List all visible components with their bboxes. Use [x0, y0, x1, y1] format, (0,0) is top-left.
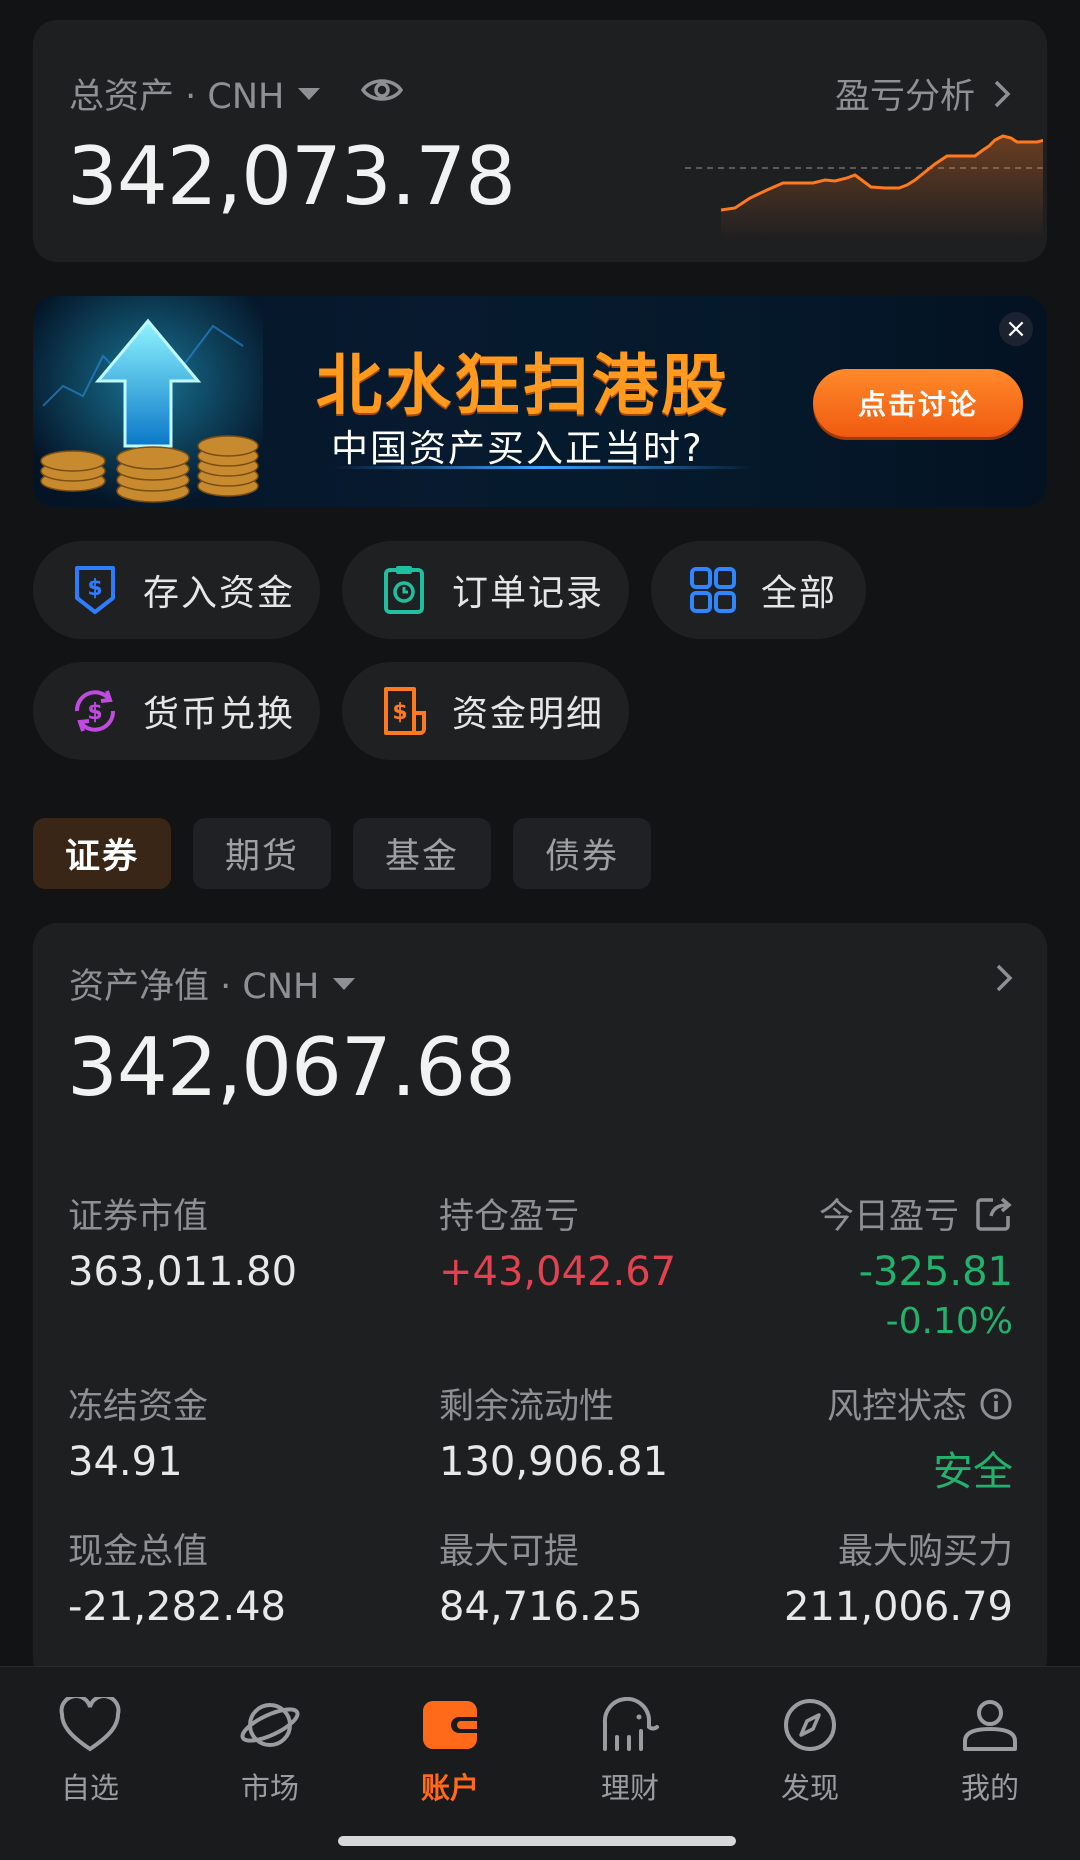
- securities-value-label: 证券市值: [68, 1197, 209, 1237]
- elephant-icon: [602, 1696, 659, 1751]
- nav-watchlist[interactable]: 自选: [0, 1694, 180, 1807]
- tab-funds[interactable]: 基金: [353, 818, 491, 889]
- banner-discuss-button[interactable]: 点击讨论: [813, 369, 1023, 437]
- tab-futures[interactable]: 期货: [193, 818, 331, 889]
- order-records-button[interactable]: 订单记录: [342, 541, 629, 639]
- nav-profile-label: 我的: [960, 1771, 1019, 1805]
- caret-down-icon: [298, 87, 321, 100]
- net-assets-card[interactable]: 资产净值 · CNH 342,067.68 证券市值 363,011.80 持仓…: [33, 923, 1047, 1683]
- share-icon[interactable]: [975, 1196, 1013, 1232]
- grid-icon: [690, 567, 736, 613]
- net-assets-value: 342,067.68: [67, 1021, 516, 1114]
- nav-account[interactable]: 账户: [360, 1697, 540, 1807]
- home-indicator[interactable]: [338, 1836, 736, 1846]
- today-pnl-percent: -0.10%: [885, 1301, 1013, 1342]
- remaining-liquidity-label: 剩余流动性: [439, 1387, 615, 1427]
- caret-down-icon: [333, 977, 356, 990]
- net-assets-label: 资产净值 · CNH: [69, 967, 320, 1007]
- risk-status-value: 安全: [933, 1449, 1013, 1495]
- remaining-liquidity-metric: 剩余流动性 130,906.81: [439, 1378, 668, 1485]
- position-pnl-value: +43,042.67: [439, 1249, 677, 1295]
- close-icon: ×: [1005, 314, 1027, 344]
- currency-exchange-button[interactable]: $ 货币兑换: [33, 662, 320, 760]
- nav-market-label: 市场: [240, 1771, 299, 1805]
- max-withdrawable-value: 84,716.25: [439, 1584, 643, 1630]
- max-withdrawable-metric: 最大可提 84,716.25: [439, 1523, 643, 1630]
- eye-icon[interactable]: [361, 75, 403, 105]
- tab-bonds[interactable]: 债券: [513, 818, 651, 889]
- deposit-icon: $: [75, 566, 115, 614]
- today-pnl-value: -325.81: [858, 1249, 1013, 1295]
- all-functions-button[interactable]: 全部: [651, 541, 866, 639]
- heart-icon: [59, 1694, 121, 1752]
- banner-divider: [333, 466, 753, 469]
- currency-selector[interactable]: 总资产 · CNH: [69, 68, 321, 119]
- max-withdrawable-label: 最大可提: [439, 1532, 580, 1572]
- net-assets-currency-selector[interactable]: 资产净值 · CNH: [69, 958, 356, 1009]
- position-pnl-metric: 持仓盈亏 +43,042.67: [439, 1188, 676, 1295]
- nav-wealth[interactable]: 理财: [540, 1696, 720, 1807]
- nav-profile[interactable]: 我的: [900, 1697, 1080, 1807]
- fund-details-button[interactable]: $ 资金明细: [342, 662, 629, 760]
- cash-total-metric: 现金总值 -21,282.48: [68, 1523, 286, 1630]
- all-functions-label: 全部: [761, 573, 838, 614]
- deposit-funds-label: 存入资金: [143, 573, 296, 614]
- remaining-liquidity-value: 130,906.81: [439, 1439, 669, 1485]
- fund-details-label: 资金明细: [452, 694, 605, 735]
- nav-wealth-label: 理财: [600, 1771, 659, 1805]
- info-icon[interactable]: [979, 1387, 1013, 1421]
- total-assets-value: 342,073.78: [67, 130, 516, 223]
- wallet-icon: [423, 1701, 477, 1749]
- clipboard-icon: [384, 566, 424, 614]
- svg-text:$: $: [392, 700, 407, 725]
- nav-watchlist-label: 自选: [60, 1771, 119, 1805]
- nav-discover[interactable]: 发现: [720, 1697, 900, 1807]
- nav-discover-label: 发现: [780, 1771, 839, 1805]
- banner-subtitle: 中国资产买入正当时?: [331, 427, 704, 470]
- nav-market[interactable]: 市场: [180, 1697, 360, 1807]
- frozen-funds-metric: 冻结资金 34.91: [68, 1378, 208, 1485]
- rising-arrow-coins-illustration: [33, 296, 263, 507]
- svg-text:$: $: [87, 576, 102, 601]
- position-pnl-label: 持仓盈亏: [439, 1197, 580, 1237]
- banner-close-button[interactable]: ×: [999, 312, 1033, 346]
- cash-total-value: -21,282.48: [68, 1584, 287, 1630]
- risk-status-metric: 风控状态 安全: [827, 1378, 1013, 1497]
- asset-trend-sparkline[interactable]: [685, 120, 1043, 240]
- currency-exchange-label: 货币兑换: [143, 694, 296, 735]
- compass-icon: [784, 1699, 836, 1751]
- tab-securities[interactable]: 证券: [33, 818, 171, 889]
- pnl-analysis-link[interactable]: 盈亏分析: [835, 68, 1011, 119]
- pnl-analysis-label: 盈亏分析: [834, 77, 975, 117]
- fund-detail-icon: $: [384, 687, 426, 735]
- max-buying-power-value: 211,006.79: [783, 1584, 1013, 1630]
- securities-value: 363,011.80: [68, 1249, 298, 1295]
- profile-icon: [963, 1700, 1017, 1751]
- banner-title: 北水狂扫港股: [316, 347, 730, 424]
- total-assets-card: 总资产 · CNH 342,073.78 盈亏分析: [33, 20, 1047, 262]
- promo-banner[interactable]: 北水狂扫港股 中国资产买入正当时? 点击讨论 ×: [33, 296, 1047, 507]
- bottom-navigation: 自选 市场 账户 理财 发现 我的: [0, 1666, 1080, 1860]
- securities-value-metric: 证券市值 363,011.80: [68, 1188, 297, 1295]
- today-pnl-label: 今日盈亏: [818, 1197, 959, 1237]
- chevron-right-icon: [994, 80, 1011, 107]
- risk-status-label: 风控状态: [826, 1387, 967, 1427]
- frozen-funds-label: 冻结资金: [68, 1387, 209, 1427]
- nav-account-label: 账户: [420, 1771, 479, 1805]
- order-records-label: 订单记录: [452, 573, 605, 614]
- cash-total-label: 现金总值: [68, 1532, 209, 1572]
- max-buying-power-label: 最大购买力: [837, 1532, 1013, 1572]
- currency-exchange-icon: $: [74, 690, 116, 732]
- today-pnl-metric: 今日盈亏 -325.81 -0.10%: [819, 1188, 1013, 1342]
- chevron-right-icon[interactable]: [995, 963, 1013, 993]
- frozen-funds-value: 34.91: [68, 1439, 183, 1485]
- max-buying-power-metric: 最大购买力 211,006.79: [784, 1523, 1013, 1630]
- total-assets-label: 总资产 · CNH: [69, 77, 285, 117]
- planet-icon: [240, 1703, 300, 1747]
- svg-text:$: $: [87, 700, 102, 725]
- deposit-funds-button[interactable]: $ 存入资金: [33, 541, 320, 639]
